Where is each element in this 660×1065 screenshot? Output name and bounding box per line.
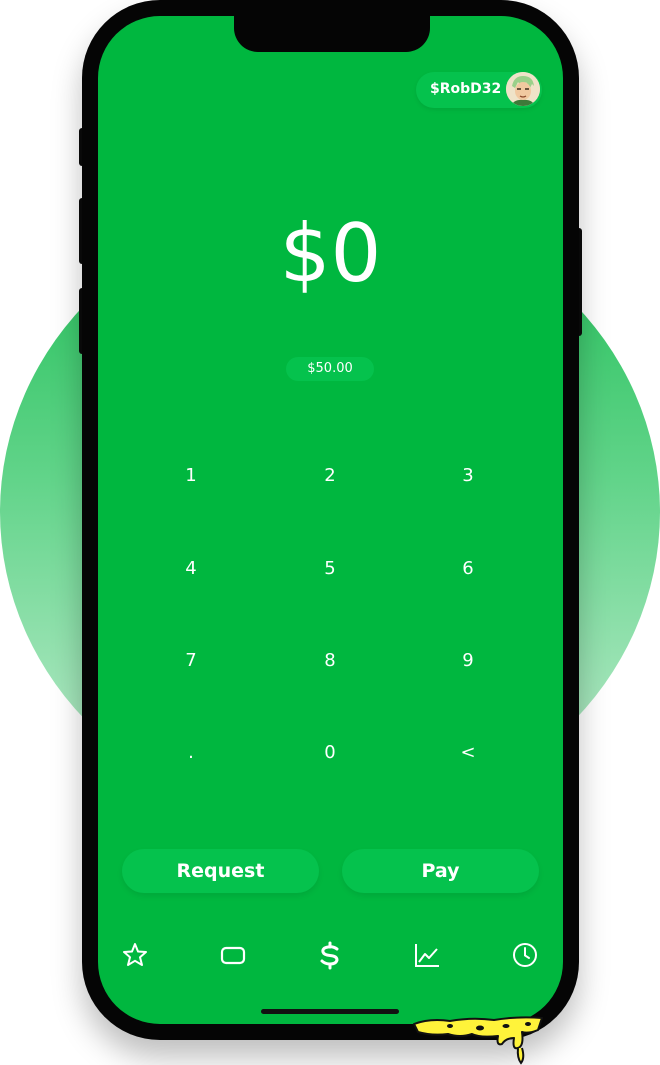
clock-icon[interactable]: [510, 940, 540, 970]
notch: [234, 16, 430, 52]
card-icon[interactable]: [218, 940, 248, 970]
keypad-key-1[interactable]: 1: [151, 456, 231, 496]
dollar-icon[interactable]: [315, 940, 345, 970]
balance-badge[interactable]: $50.00: [286, 357, 374, 381]
pay-button[interactable]: Pay: [342, 849, 539, 893]
keypad-key-9[interactable]: 9: [428, 641, 508, 681]
keypad-key-5[interactable]: 5: [290, 549, 370, 589]
keypad-key-backspace[interactable]: <: [428, 733, 508, 773]
phone-frame: $RobD32 $0 $50.00 1 2 3 4 5 6 7 8 9 . 0 …: [82, 0, 579, 1040]
amount-display: $0: [279, 207, 382, 300]
cashtag-label: $RobD32: [430, 81, 502, 97]
keypad-key-8[interactable]: 8: [290, 641, 370, 681]
keypad-key-3[interactable]: 3: [428, 456, 508, 496]
request-button[interactable]: Request: [122, 849, 319, 893]
yellow-splat-icon: [410, 1008, 550, 1065]
keypad-key-7[interactable]: 7: [151, 641, 231, 681]
keypad-key-0[interactable]: 0: [290, 733, 370, 773]
app-stage: $RobD32 $0 $50.00 1 2 3 4 5 6 7 8 9 . 0 …: [0, 0, 660, 1065]
home-indicator: [261, 1009, 399, 1014]
star-icon[interactable]: [120, 940, 150, 970]
app-screen: $RobD32 $0 $50.00 1 2 3 4 5 6 7 8 9 . 0 …: [98, 16, 563, 1024]
keypad-key-4[interactable]: 4: [151, 549, 231, 589]
keypad-key-2[interactable]: 2: [290, 456, 370, 496]
chart-icon[interactable]: [412, 940, 442, 970]
user-avatar-icon[interactable]: [506, 72, 540, 106]
keypad-key-decimal[interactable]: .: [151, 733, 231, 773]
keypad-key-6[interactable]: 6: [428, 549, 508, 589]
